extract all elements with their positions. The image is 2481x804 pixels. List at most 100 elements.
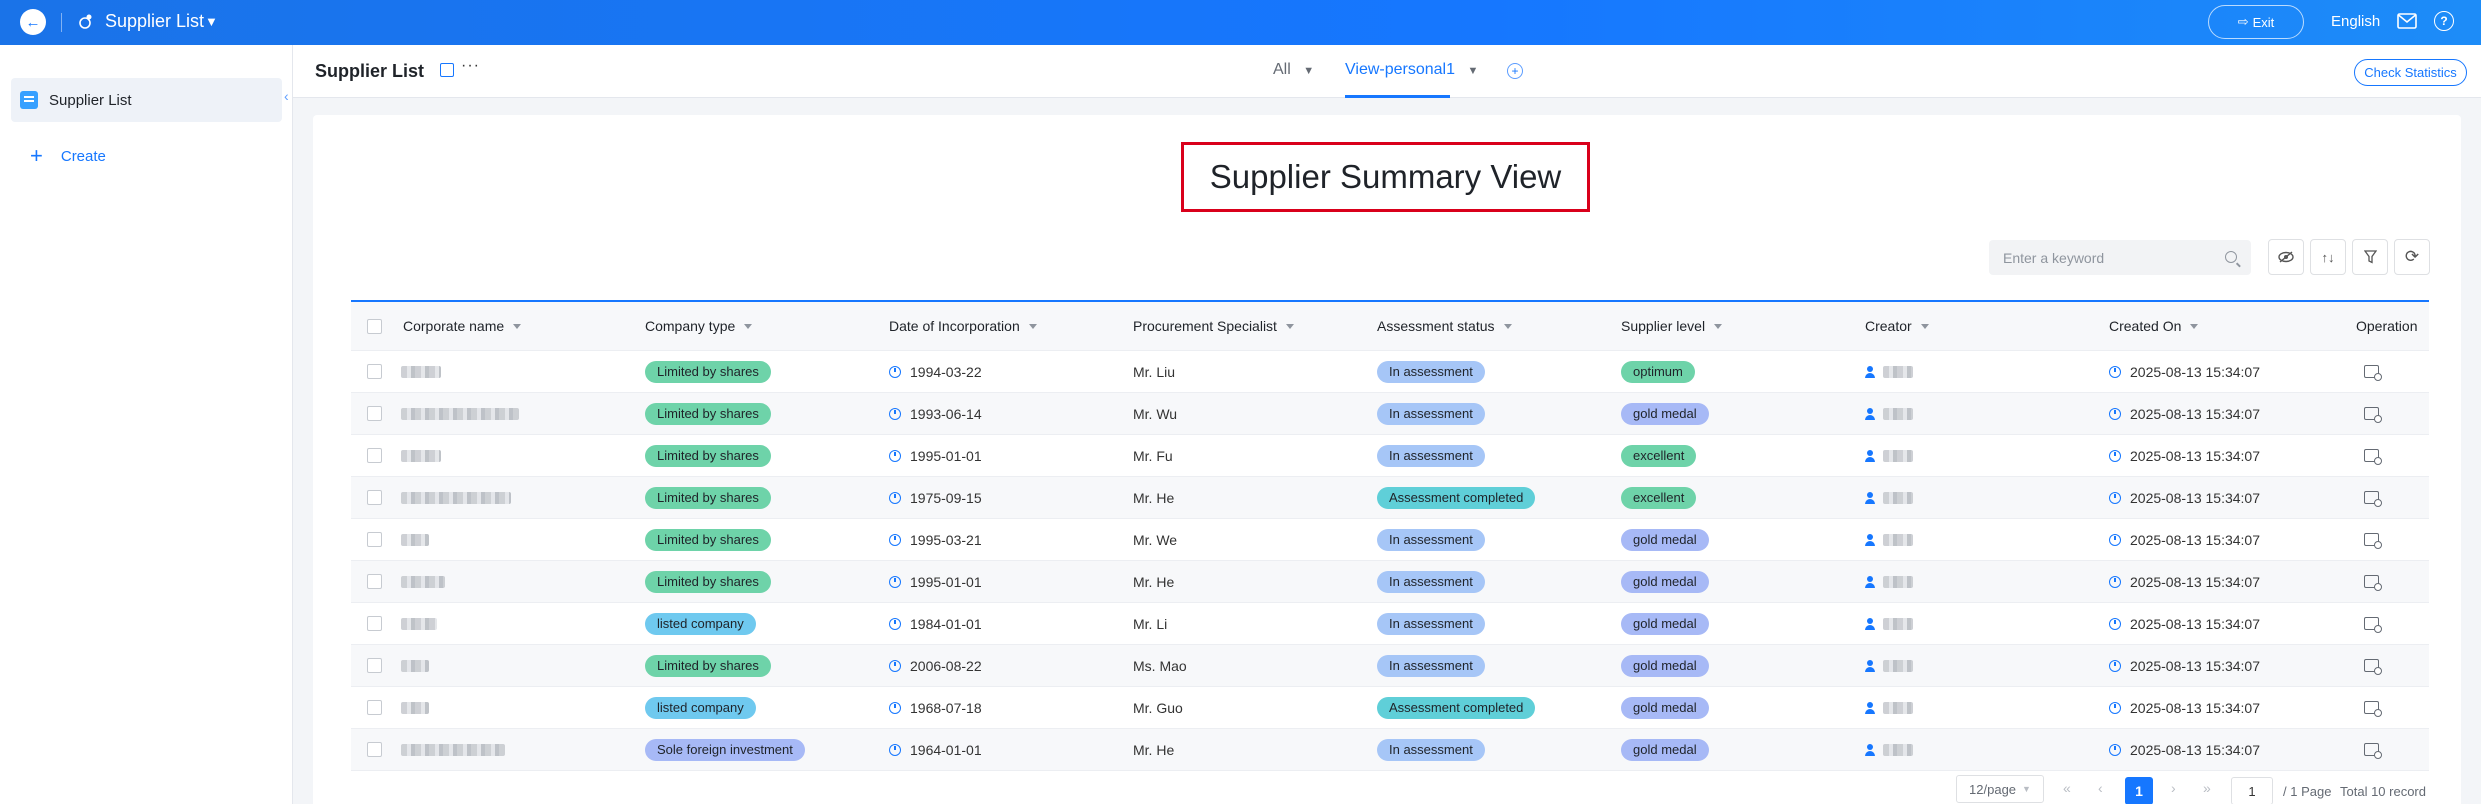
date-cell: 1964-01-01 xyxy=(889,742,982,758)
refresh-button[interactable]: ⟳ xyxy=(2394,239,2430,275)
sort-button[interactable]: ↑↓ xyxy=(2310,239,2346,275)
row-checkbox[interactable] xyxy=(367,406,382,421)
check-statistics-button[interactable]: Check Statistics xyxy=(2354,59,2467,86)
clock-icon xyxy=(2109,701,2121,714)
redacted-creator xyxy=(1883,407,1913,420)
detail-icon[interactable] xyxy=(2364,449,2382,465)
detail-icon[interactable] xyxy=(2364,533,2382,549)
last-page-icon[interactable]: » xyxy=(2203,780,2211,796)
level-cell: gold medal xyxy=(1621,654,1709,677)
select-all-checkbox[interactable] xyxy=(367,318,382,334)
total-records: Total 10 record xyxy=(2340,784,2426,799)
operation-cell xyxy=(2364,743,2382,759)
table-row[interactable]: listed company 1984-01-01 Mr. Li In assessm… xyxy=(351,603,2429,645)
sidebar-item-supplier-list[interactable]: Supplier List xyxy=(11,78,282,122)
table-row[interactable]: Limited by shares 1975-09-15 Mr. He Assessm… xyxy=(351,477,2429,519)
level-cell: excellent xyxy=(1621,486,1697,509)
chevron-down-icon[interactable] xyxy=(2190,323,2199,329)
table-row[interactable]: Limited by shares 1995-01-01 Mr. Fu In asse… xyxy=(351,435,2429,477)
detail-icon[interactable] xyxy=(2364,743,2382,759)
column-header-date-of-incorporation[interactable]: Date of Incorporation xyxy=(889,318,1037,334)
column-header-assessment-status[interactable]: Assessment status xyxy=(1377,318,1512,334)
row-checkbox[interactable] xyxy=(367,448,382,463)
hide-columns-button[interactable] xyxy=(2268,239,2304,275)
detail-icon[interactable] xyxy=(2364,575,2382,591)
filter-button[interactable] xyxy=(2352,239,2388,275)
more-icon[interactable]: ··· xyxy=(461,57,480,75)
app-title[interactable]: Supplier List xyxy=(105,11,204,32)
page-jump-input[interactable] xyxy=(2231,777,2273,804)
redacted-corporate-name xyxy=(401,491,511,504)
column-header-company-type[interactable]: Company type xyxy=(645,318,753,334)
exit-button[interactable]: ⇨ Exit xyxy=(2208,5,2304,39)
chevron-down-icon[interactable] xyxy=(1714,323,1723,329)
row-checkbox[interactable] xyxy=(367,532,382,547)
language-switch[interactable]: English xyxy=(2331,13,2380,30)
detail-icon[interactable] xyxy=(2364,617,2382,633)
row-checkbox[interactable] xyxy=(367,700,382,715)
page-size-select[interactable]: 12/page ▼ xyxy=(1956,775,2044,803)
chevron-down-icon[interactable] xyxy=(744,323,753,329)
column-header-supplier-level[interactable]: Supplier level xyxy=(1621,318,1723,334)
row-checkbox[interactable] xyxy=(367,742,382,757)
help-icon[interactable]: ? xyxy=(2434,11,2454,31)
search-icon[interactable] xyxy=(2225,251,2237,263)
tab-view-label: View-personal1 xyxy=(1345,61,1455,78)
mail-icon[interactable] xyxy=(2397,12,2417,30)
row-checkbox[interactable] xyxy=(367,490,382,505)
table-row[interactable]: Limited by shares 1995-03-21 Mr. We In asse… xyxy=(351,519,2429,561)
corporate-name-cell xyxy=(401,701,429,714)
back-icon[interactable]: ← xyxy=(20,9,46,35)
dropdown-caret-icon[interactable]: ▼ xyxy=(205,14,218,29)
first-page-icon[interactable]: « xyxy=(2063,780,2071,796)
tab-all[interactable]: All ▼ xyxy=(1273,61,1314,79)
table-row[interactable]: Limited by shares 1993-06-14 Mr. Wu In asse… xyxy=(351,393,2429,435)
create-button[interactable]: + Create xyxy=(30,145,106,167)
row-checkbox[interactable] xyxy=(367,616,382,631)
specialist-cell: Mr. Fu xyxy=(1133,448,1173,464)
chevron-down-icon[interactable] xyxy=(1503,323,1512,329)
created-on: 2025-08-13 15:34:07 xyxy=(2130,615,2260,632)
clock-icon xyxy=(2109,617,2121,630)
detail-icon[interactable] xyxy=(2364,701,2382,717)
detail-icon[interactable] xyxy=(2364,365,2382,381)
creator-cell xyxy=(1865,449,1913,462)
add-view-icon[interactable]: + xyxy=(1507,63,1523,79)
column-header-creator[interactable]: Creator xyxy=(1865,318,1929,334)
status-badge: Assessment completed xyxy=(1377,696,1536,719)
chevron-down-icon[interactable] xyxy=(513,323,522,329)
table-body: Limited by shares 1994-03-22 Mr. Liu In ass… xyxy=(351,351,2429,771)
chevron-down-icon[interactable] xyxy=(1285,323,1294,329)
row-checkbox[interactable] xyxy=(367,574,382,589)
date-cell: 1994-03-22 xyxy=(889,364,982,380)
column-label: Corporate name xyxy=(403,318,505,334)
table-row[interactable]: Sole foreign investment 1964-01-01 Mr. He I… xyxy=(351,729,2429,771)
chevron-down-icon[interactable] xyxy=(1028,323,1037,329)
table-row[interactable]: Limited by shares 1994-03-22 Mr. Liu In ass… xyxy=(351,351,2429,393)
date-cell: 1995-01-01 xyxy=(889,574,982,590)
column-header-corporate-name[interactable]: Corporate name xyxy=(403,318,522,334)
table-row[interactable]: Limited by shares 1995-01-01 Mr. He In asse… xyxy=(351,561,2429,603)
created-on-cell: 2025-08-13 15:34:07 xyxy=(2109,448,2260,464)
tab-view-personal1[interactable]: View-personal1 ▼ xyxy=(1345,61,1478,79)
detail-icon[interactable] xyxy=(2364,491,2382,507)
collapse-sidebar-icon[interactable]: ‹ xyxy=(284,88,289,104)
corporate-name-cell xyxy=(401,491,511,504)
prev-page-icon[interactable]: ‹ xyxy=(2098,780,2103,796)
search-input[interactable] xyxy=(1989,240,2209,275)
creator-cell xyxy=(1865,533,1913,546)
column-header-created-on[interactable]: Created On xyxy=(2109,318,2199,334)
edit-icon[interactable] xyxy=(440,63,454,77)
chevron-down-icon[interactable] xyxy=(1920,323,1929,329)
column-header-procurement-specialist[interactable]: Procurement Specialist xyxy=(1133,318,1294,334)
detail-icon[interactable] xyxy=(2364,407,2382,423)
detail-icon[interactable] xyxy=(2364,659,2382,675)
row-checkbox[interactable] xyxy=(367,364,382,379)
table-row[interactable]: Limited by shares 2006-08-22 Ms. Mao In ass… xyxy=(351,645,2429,687)
table-row[interactable]: listed company 1968-07-18 Mr. Guo Assessmen… xyxy=(351,687,2429,729)
refresh-icon: ⟳ xyxy=(2404,247,2420,266)
page-number-current[interactable]: 1 xyxy=(2125,777,2153,804)
next-page-icon[interactable]: › xyxy=(2171,780,2176,796)
operation-cell xyxy=(2364,701,2382,717)
row-checkbox[interactable] xyxy=(367,658,382,673)
